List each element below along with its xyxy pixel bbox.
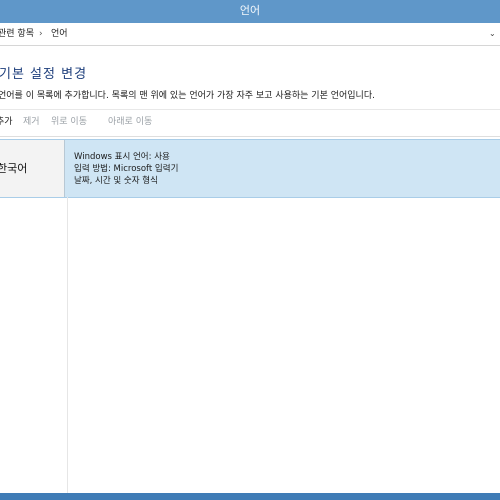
- window-title: 언어: [239, 4, 261, 17]
- page-description: 언어를 이 목록에 추가합니다. 목록의 맨 위에 있는 언어가 가장 자주 보…: [0, 91, 375, 101]
- move-down-button[interactable]: 아래로 이동: [108, 110, 152, 135]
- language-details: Windows 표시 언어: 사용 입력 방법: Microsoft 입력기 날…: [74, 151, 178, 187]
- address-bar: 관련 항목 › 언어 ⌄: [0, 24, 500, 46]
- breadcrumb-language[interactable]: 언어: [51, 24, 68, 44]
- language-name: 한국어: [0, 162, 28, 175]
- language-toolbar: 추가 제거 위로 이동 아래로 이동: [0, 109, 500, 137]
- language-detail-display: Windows 표시 언어: 사용: [74, 152, 170, 162]
- breadcrumb-separator-icon: ›: [39, 29, 43, 39]
- language-list-item[interactable]: 한국어 Windows 표시 언어: 사용 입력 방법: Microsoft 입…: [0, 139, 500, 198]
- chevron-down-icon[interactable]: ⌄: [489, 24, 496, 44]
- language-name-tile[interactable]: 한국어: [0, 140, 65, 197]
- remove-language-button[interactable]: 제거: [23, 110, 40, 135]
- breadcrumb-related-items[interactable]: 관련 항목: [0, 24, 34, 44]
- window-titlebar: 언어: [0, 0, 500, 23]
- language-detail-input: 입력 방법: Microsoft 입력기: [74, 164, 179, 174]
- language-detail-format: 날짜, 시간 및 숫자 형식: [74, 176, 158, 186]
- add-language-button[interactable]: 추가: [0, 110, 13, 135]
- page-title: 기본 설정 변경: [0, 67, 88, 82]
- move-up-button[interactable]: 위로 이동: [51, 110, 87, 135]
- column-divider: [67, 197, 68, 493]
- bottom-border: [0, 493, 500, 500]
